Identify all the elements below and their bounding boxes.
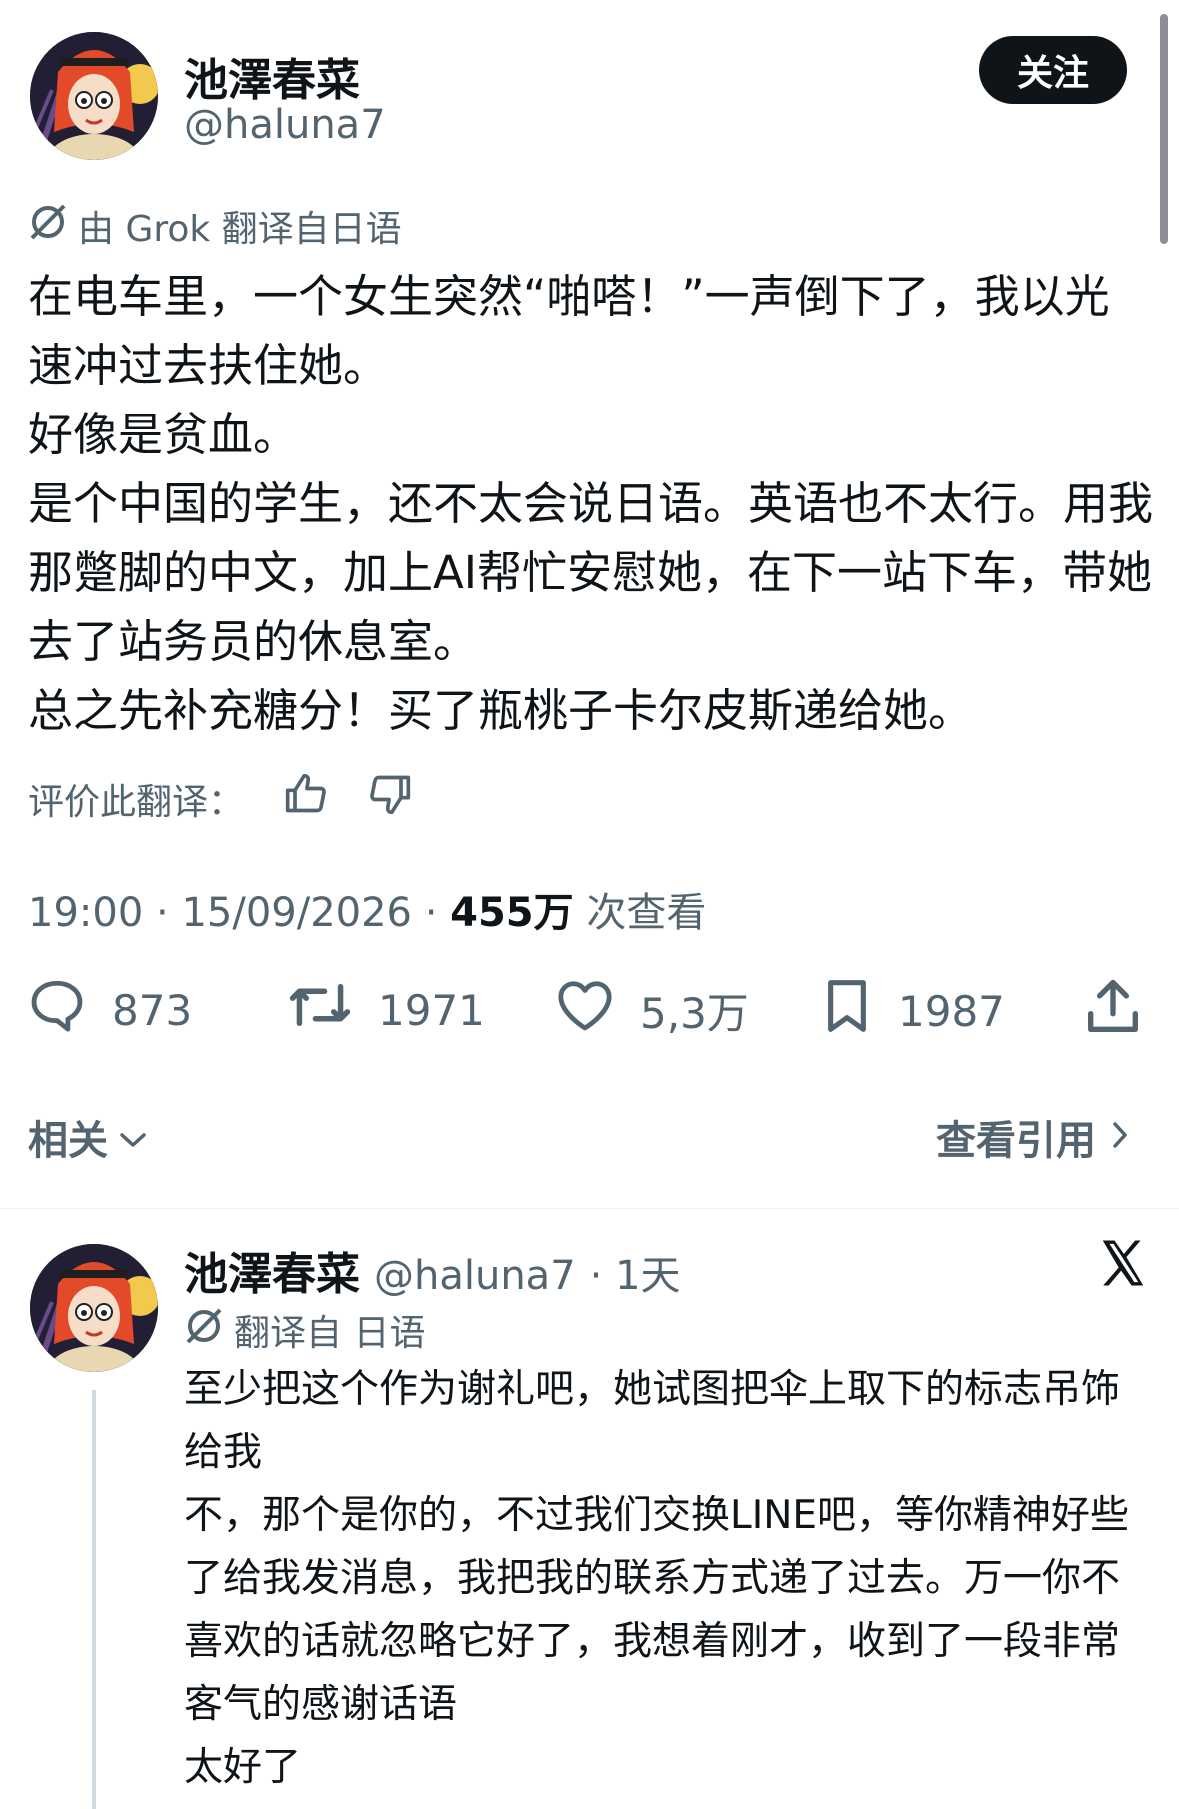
tweet-paragraph: 总之先补充糖分！买了瓶桃子卡尔皮斯递给她。 bbox=[28, 684, 974, 737]
follow-button[interactable]: 关注 bbox=[979, 36, 1127, 104]
views-count: 455万 bbox=[450, 890, 574, 936]
tweet-meta: 19:00 · 15/09/2026 · 455万 次查看 bbox=[28, 880, 706, 938]
share-button[interactable] bbox=[1086, 978, 1140, 1046]
reply-icon bbox=[28, 978, 86, 1042]
reply-paragraph: 至少把这个作为谢礼吧，她试图把伞上取下的标志吊饰给我 bbox=[184, 1367, 1121, 1475]
translation-label: 由 Grok 翻译自日语 bbox=[78, 209, 402, 250]
reply-header: 池澤春菜 @haluna7 · 1天 bbox=[184, 1238, 681, 1302]
reply-count: 873 bbox=[112, 985, 193, 1035]
thumbs-up-icon[interactable] bbox=[284, 772, 328, 825]
bookmark-count: 1987 bbox=[898, 986, 1005, 1036]
tweet-body: 在电车里，一个女生突然“啪嗒！”一声倒下了，我以光速冲过去扶住她。 好像是贫血。… bbox=[28, 262, 1153, 745]
meta-separator: · bbox=[156, 890, 169, 936]
reply-author-name[interactable]: 池澤春菜 bbox=[184, 1238, 360, 1302]
reply-paragraph: 不，那个是你的，不过我们交换LINE吧，等你精神好些了给我发消息，我把我的联系方… bbox=[184, 1493, 1130, 1727]
reply-button[interactable]: 873 bbox=[28, 978, 192, 1042]
thread-line bbox=[92, 1390, 96, 1809]
grok-translate-icon bbox=[184, 1306, 224, 1355]
views-label: 次查看 bbox=[586, 890, 707, 936]
related-toggle[interactable]: 相关 bbox=[28, 1108, 148, 1166]
quotes-label: 查看引用 bbox=[936, 1118, 1096, 1164]
reply-paragraph: 太好了 bbox=[184, 1745, 302, 1790]
author-handle[interactable]: @haluna7 bbox=[184, 102, 386, 148]
author-name[interactable]: 池澤春菜 bbox=[184, 44, 360, 108]
retweet-icon bbox=[288, 978, 352, 1042]
related-label: 相关 bbox=[28, 1118, 108, 1164]
share-icon bbox=[1086, 978, 1140, 1046]
avatar[interactable] bbox=[30, 32, 158, 160]
thumbs-down-icon[interactable] bbox=[368, 772, 412, 825]
meta-separator: · bbox=[424, 890, 438, 936]
reply-time[interactable]: · 1天 bbox=[590, 1243, 681, 1301]
reply-translation-label: 翻译自 日语 bbox=[234, 1313, 426, 1354]
grok-translate-icon bbox=[28, 202, 68, 251]
like-count: 5,3万 bbox=[640, 988, 749, 1038]
retweet-button[interactable]: 1971 bbox=[288, 978, 485, 1042]
divider bbox=[0, 1208, 1179, 1209]
bookmark-icon bbox=[822, 978, 872, 1044]
like-icon bbox=[556, 978, 614, 1042]
x-logo-icon bbox=[1096, 1236, 1150, 1294]
reply-avatar[interactable] bbox=[30, 1244, 158, 1372]
tweet-paragraph: 在电车里，一个女生突然“啪嗒！”一声倒下了，我以光速冲过去扶住她。 bbox=[28, 270, 1110, 392]
tweet-paragraph: 好像是贫血。 bbox=[28, 408, 299, 461]
view-quotes-link[interactable]: 查看引用 bbox=[936, 1108, 1130, 1166]
bookmark-button[interactable]: 1987 bbox=[822, 978, 1005, 1044]
rate-translation: 评价此翻译： bbox=[28, 772, 412, 825]
scrollbar[interactable] bbox=[1160, 14, 1168, 244]
tweet-paragraph: 是个中国的学生，还不太会说日语。英语也不太行。用我那蹩脚的中文，加上AI帮忙安慰… bbox=[28, 477, 1154, 668]
tweet-time[interactable]: 19:00 bbox=[28, 890, 143, 936]
like-button[interactable]: 5,3万 bbox=[556, 978, 749, 1042]
rate-label: 评价此翻译： bbox=[28, 781, 245, 823]
translation-source[interactable]: 由 Grok 翻译自日语 bbox=[28, 200, 402, 252]
chevron-down-icon bbox=[118, 1114, 148, 1160]
tweet-date[interactable]: 15/09/2026 bbox=[181, 890, 412, 936]
chevron-right-icon bbox=[1110, 1114, 1130, 1160]
reply-author-handle[interactable]: @haluna7 bbox=[374, 1253, 576, 1299]
retweet-count: 1971 bbox=[378, 985, 485, 1035]
reply-translation-source[interactable]: 翻译自 日语 bbox=[184, 1304, 425, 1356]
reply-body: 至少把这个作为谢礼吧，她试图把伞上取下的标志吊饰给我 不，那个是你的，不过我们交… bbox=[184, 1358, 1144, 1799]
